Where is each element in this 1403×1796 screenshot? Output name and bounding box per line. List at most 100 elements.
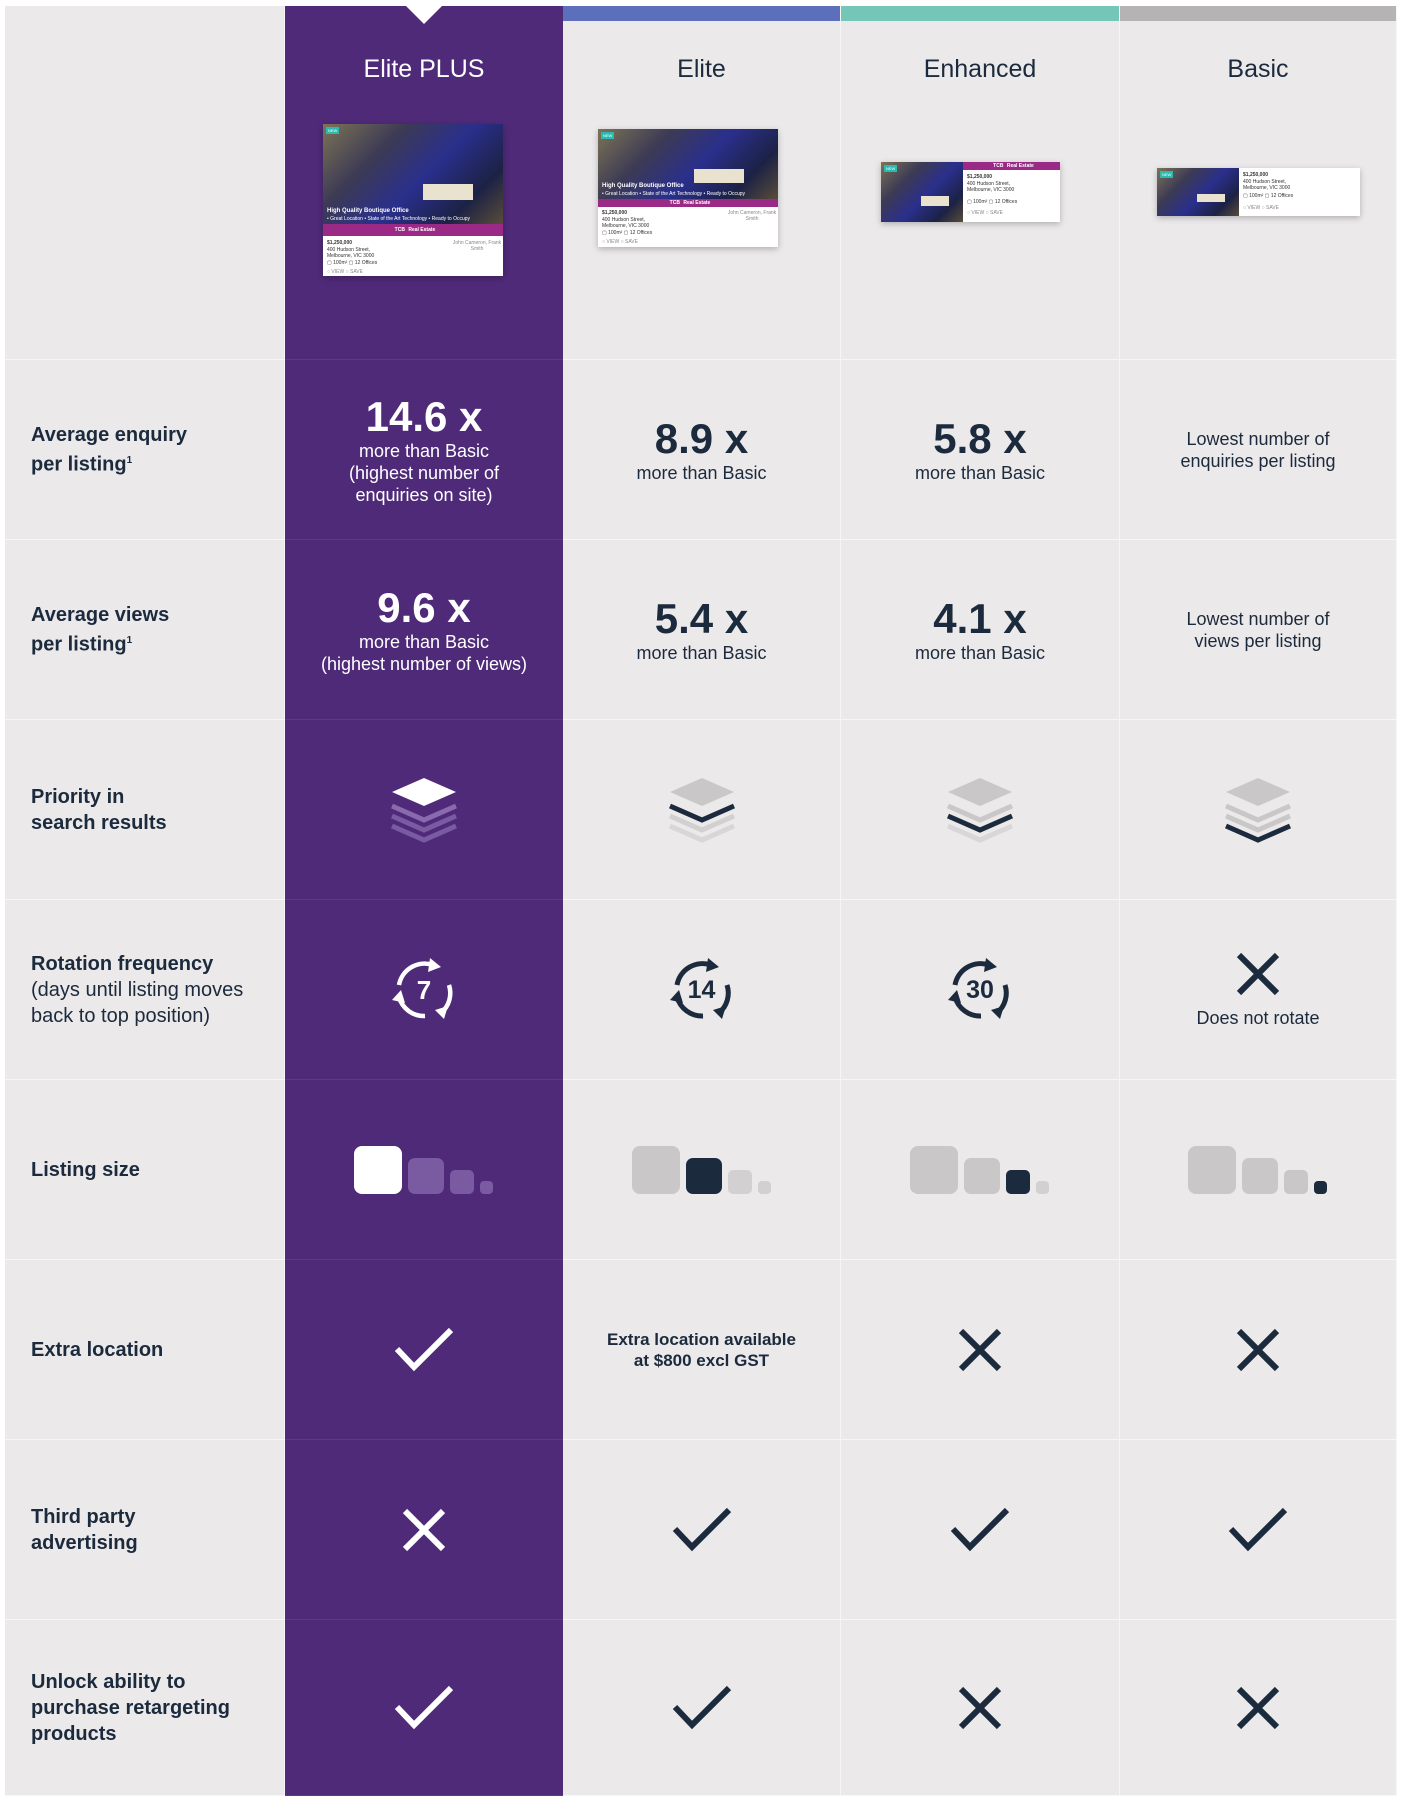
row-label-views: Average views per listing1 [5,540,285,720]
label-subtext: (days until listing moves [31,978,244,1001]
enquiry-text-3: enquiries on site) [355,484,493,505]
size-elite [563,1080,841,1260]
stack-layers-icon [946,777,1014,843]
selected-notch [406,6,442,24]
size-squares-icon [1188,1145,1327,1194]
label-text: Priority in [31,785,125,808]
enquiry-text-2: enquiries per listing [1180,450,1336,471]
check-icon [672,1685,731,1729]
label-text: Unlock ability to [31,1670,186,1693]
extra-location-price: at $800 excl GST [633,1350,770,1370]
third-party-enhanced [841,1440,1120,1620]
size-squares-icon [354,1145,493,1194]
listing-actions: ○ VIEW ○ SAVE [602,239,638,245]
cross-icon [1236,952,1280,995]
views-basic: Lowest number of views per listing [1120,540,1397,720]
listing-price: $1,250,000 [967,174,993,180]
tier-color-bar [841,6,1119,21]
label-subtext-2: back to top position) [31,1004,210,1027]
brand-logo: TCB [394,227,405,233]
enquiry-elite-plus: 14.6 x more than Basic (highest number o… [285,360,563,540]
row-label-third-party: Third party advertising [5,1440,285,1620]
listing-agents: John Cameron, Frank Smith [727,210,777,222]
enquiry-value: 14.6 x [365,392,483,440]
label-text-2: search results [31,811,167,834]
check-icon [394,1685,454,1729]
views-elite-plus: 9.6 x more than Basic (highest number of… [285,540,563,720]
priority-elite [563,720,841,900]
row-label-rotation: Rotation frequency (days until listing m… [5,900,285,1080]
tier-header-elite-plus: Elite PLUS NEW High Quality Boutique Off… [285,6,563,360]
tier-header-basic: Basic NEW $1,250,000 400 Hudson Street, … [1120,6,1397,360]
label-text-2: advertising [31,1531,138,1554]
brand-logo: TCB [669,200,680,206]
tier-title: Basic [1227,55,1289,83]
rotation-basic: Does not rotate [1120,900,1397,1080]
check-icon [950,1507,1010,1551]
size-squares-icon [910,1145,1049,1194]
priority-basic [1120,720,1397,900]
brand-name: Real Estate [408,227,436,233]
rotation-days: 7 [416,974,432,1005]
third-party-elite [563,1440,841,1620]
tier-color-bar [1120,6,1396,21]
rotation-days: 14 [687,975,716,1004]
row-label-extra-location: Extra location [5,1260,285,1440]
row-label-retargeting: Unlock ability to purchase retargeting p… [5,1620,285,1796]
label-text: Third party [31,1505,136,1528]
new-tag: NEW [1160,171,1174,178]
check-icon [672,1507,731,1551]
listing-card-medium: NEW High Quality Boutique Office • Great… [598,129,778,247]
listing-features: • Great Location • State of the Art Tech… [327,216,471,222]
enquiry-text: more than Basic [358,440,490,461]
rotation-days: 30 [966,975,994,1004]
listing-actions: ○ VIEW ○ SAVE [1243,205,1279,211]
priority-elite-plus [285,720,563,900]
tier-title: Elite PLUS [363,55,485,83]
footnote-marker: 1 [126,634,133,646]
extra-location-elite-plus [285,1260,563,1440]
rotation-text: Does not rotate [1196,1007,1320,1028]
tier-title: Elite [677,55,726,83]
retargeting-basic [1120,1620,1397,1796]
third-party-elite-plus [285,1440,563,1620]
stack-layers-icon [1224,777,1292,843]
views-value: 4.1 x [933,594,1027,642]
retargeting-elite [563,1620,841,1796]
listing-card-smallest: NEW $1,250,000 400 Hudson Street, Melbou… [1157,168,1360,216]
listing-address-2: Melbourne, VIC 3000 [602,223,650,229]
new-tag: NEW [601,132,615,139]
row-label-text: Average enquiry per listing1 [31,422,221,478]
check-icon [394,1327,454,1371]
priority-enhanced [841,720,1120,900]
listing-specs: ▢ 100m² ▢ 12 Offices [327,260,378,266]
cross-icon [1236,1328,1280,1371]
views-text-2: views per listing [1194,630,1322,651]
label-text-3: products [31,1722,117,1745]
views-text: more than Basic [914,642,1046,663]
size-enhanced [841,1080,1120,1260]
size-elite-plus [285,1080,563,1260]
retargeting-enhanced [841,1620,1120,1796]
enquiry-value: 5.8 x [933,414,1027,462]
footnote-marker: 1 [126,454,133,466]
brand-logo: TCB [993,163,1004,169]
label-text: Extra location [31,1338,164,1361]
rotation-cycle-icon: 14 [667,955,737,1025]
listing-title: High Quality Boutique Office [602,183,684,189]
views-elite: 5.4 x more than Basic [563,540,841,720]
new-tag: NEW [326,127,340,134]
rotation-elite-plus: 7 [285,900,563,1080]
rotation-enhanced: 30 [841,900,1120,1080]
enquiry-text-2: (highest number of [348,462,500,483]
label-text-2: purchase retargeting [31,1696,230,1719]
enquiry-elite: 8.9 x more than Basic [563,360,841,540]
brand-name: Real Estate [683,200,711,206]
listing-specs: ▢ 100m² ▢ 12 Offices [967,199,1018,205]
tier-header-elite: Elite NEW High Quality Boutique Office •… [563,6,841,360]
views-enhanced: 4.1 x more than Basic [841,540,1120,720]
row-label-size: Listing size [5,1080,285,1260]
extra-location-enhanced [841,1260,1120,1440]
third-party-basic [1120,1440,1397,1620]
rotation-cycle-icon: 30 [945,955,1015,1025]
